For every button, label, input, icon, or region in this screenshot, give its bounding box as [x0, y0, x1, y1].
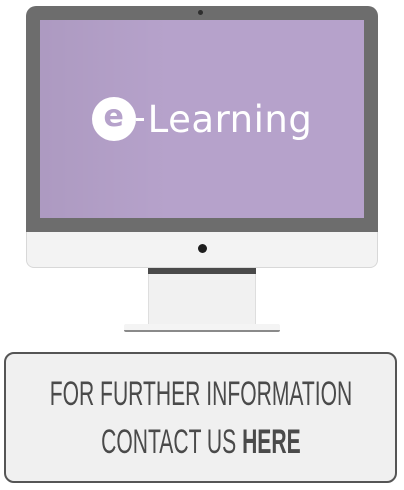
contact-line-2: CONTACT US HERE: [101, 418, 301, 466]
contact-line-1: FOR FURTHER INFORMATION: [49, 374, 352, 413]
logo-word: Learning: [147, 97, 313, 141]
contact-us-button[interactable]: FOR FURTHER INFORMATION CONTACT US HERE: [4, 352, 397, 483]
power-led-icon: [198, 244, 207, 253]
camera-icon: [198, 10, 203, 15]
contact-line-2-prefix: CONTACT US: [100, 422, 242, 461]
elearning-logo-icon: e: [91, 97, 136, 141]
monitor-screen: e Learning: [40, 20, 364, 218]
elearning-logo: e Learning: [40, 20, 364, 218]
monitor-stand: [148, 274, 256, 324]
contact-here-link[interactable]: HERE: [242, 423, 301, 461]
monitor-base: [124, 324, 280, 332]
logo-dash: [135, 117, 144, 121]
monitor-illustration: e Learning: [0, 0, 404, 340]
logo-badge-letter: e: [103, 99, 124, 134]
